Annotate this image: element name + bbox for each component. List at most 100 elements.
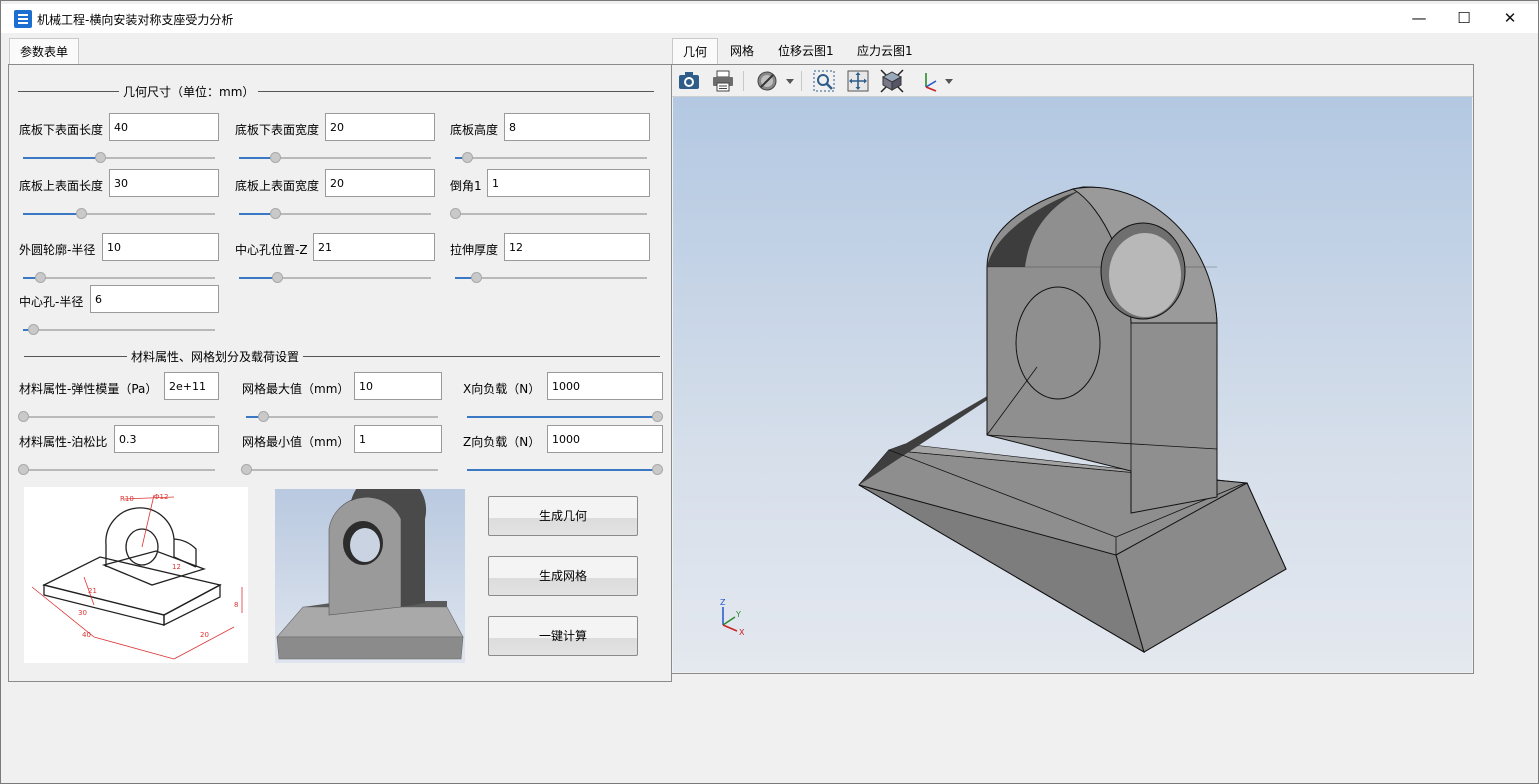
tab-geometry[interactable]: 几何 — [672, 38, 719, 65]
slider-thumb[interactable] — [270, 152, 282, 163]
dim-40: 40 — [82, 631, 91, 639]
chamfer1-slider[interactable] — [450, 208, 647, 219]
axis-z-label: Z — [720, 598, 726, 607]
base-top-width-input[interactable] — [325, 169, 435, 197]
x-load-slider[interactable] — [467, 411, 663, 422]
slider-thumb[interactable] — [652, 464, 663, 475]
poisson-ratio-input[interactable] — [114, 425, 219, 453]
dim-12: 12 — [172, 563, 181, 571]
slider-fill — [23, 213, 81, 215]
center-hole-z-slider[interactable] — [239, 272, 431, 283]
minimize-button[interactable]: — — [1396, 4, 1442, 33]
base-bottom-length-slider[interactable] — [23, 152, 215, 163]
tab-stress-contour[interactable]: 应力云图1 — [847, 38, 923, 64]
drawing-svg: R10 Φ12 21 12 30 40 20 8 — [31, 493, 243, 660]
z-load-slider[interactable] — [467, 464, 663, 475]
slider-thumb[interactable] — [18, 411, 29, 422]
close-button[interactable]: ✕ — [1487, 4, 1533, 33]
print-icon[interactable] — [711, 69, 735, 93]
slider-thumb[interactable] — [75, 208, 87, 219]
z-load-input[interactable] — [547, 425, 663, 453]
base-height-input[interactable] — [504, 113, 650, 141]
mesh-max-slider[interactable] — [246, 411, 438, 422]
slider-thumb[interactable] — [471, 272, 483, 283]
field-label: 中心孔位置-Z — [235, 243, 308, 257]
slider-thumb[interactable] — [35, 272, 47, 283]
x-load-input[interactable] — [547, 372, 663, 400]
slider-thumb[interactable] — [270, 208, 282, 219]
tab-displacement-contour[interactable]: 位移云图1 — [768, 38, 844, 64]
field-label: 材料属性-泊松比 — [19, 435, 108, 449]
model-preview-image — [275, 471, 465, 663]
field-label: 底板下表面宽度 — [235, 123, 320, 137]
extrude-thickness-input[interactable] — [504, 233, 650, 261]
poisson-ratio-slider[interactable] — [18, 464, 215, 475]
chamfer1-input[interactable] — [487, 169, 650, 197]
base-top-width-slider[interactable] — [239, 208, 431, 219]
slider-thumb[interactable] — [272, 272, 284, 283]
display-mode-icon[interactable] — [755, 69, 779, 93]
slider-fill — [23, 157, 100, 159]
field-label: 网格最小值（mm） — [242, 435, 350, 449]
tab-params-form[interactable]: 参数表单 — [9, 38, 80, 65]
mesh-min-input[interactable] — [354, 425, 442, 453]
slider-fill — [467, 416, 657, 418]
base-bottom-length-input[interactable] — [109, 113, 219, 141]
elastic-modulus-input[interactable] — [164, 372, 219, 400]
center-hole-radius-slider[interactable] — [23, 324, 215, 335]
base-top-length-input[interactable] — [109, 169, 219, 197]
base-top-length-slider[interactable] — [23, 208, 215, 219]
generate-mesh-button[interactable]: 生成网格 — [488, 556, 638, 596]
field-label: X向负载（N） — [463, 382, 541, 396]
mesh-max-input[interactable] — [354, 372, 442, 400]
base-height-slider[interactable] — [455, 152, 647, 163]
viewer-toolbar — [672, 65, 1473, 97]
elastic-modulus-slider[interactable] — [18, 411, 215, 422]
base-bottom-width-slider[interactable] — [239, 152, 431, 163]
field-label: 底板上表面长度 — [19, 179, 104, 193]
slider-thumb[interactable] — [450, 208, 461, 219]
toolbar-separator — [801, 71, 802, 91]
maximize-button[interactable]: ☐ — [1441, 4, 1487, 33]
zoom-window-icon[interactable] — [812, 69, 836, 93]
slider-thumb[interactable] — [461, 152, 473, 163]
axis-triad-icon[interactable] — [916, 69, 940, 93]
slider-fill — [467, 469, 657, 471]
slider-thumb[interactable] — [18, 464, 29, 475]
section-divider — [24, 356, 660, 357]
slider-thumb[interactable] — [258, 411, 270, 422]
field-label: 材料属性-弹性模量（Pa） — [19, 382, 158, 396]
view-iso-icon[interactable] — [880, 69, 904, 93]
display-mode-dropdown-caret[interactable] — [786, 79, 794, 84]
axis-y-label: Y — [735, 610, 741, 619]
center-hole-z-input[interactable] — [313, 233, 435, 261]
section-divider — [18, 91, 654, 92]
material-section-title: 材料属性、网格划分及载荷设置 — [127, 348, 304, 365]
3d-viewport[interactable]: Z Y X — [673, 97, 1472, 672]
dim-d12: Φ12 — [154, 493, 168, 501]
slider-thumb[interactable] — [94, 152, 106, 163]
fit-all-icon[interactable] — [846, 69, 870, 93]
slider-thumb[interactable] — [241, 464, 252, 475]
outer-radius-slider[interactable] — [23, 272, 215, 283]
slider-thumb[interactable] — [27, 324, 39, 335]
axis-x-label: X — [739, 628, 745, 637]
camera-icon[interactable] — [677, 69, 701, 93]
title-bar: 机械工程-横向安装对称支座受力分析 — ☐ ✕ — [1, 4, 1538, 33]
one-click-compute-button[interactable]: 一键计算 — [488, 616, 638, 656]
tab-mesh[interactable]: 网格 — [720, 38, 764, 64]
generate-geometry-button[interactable]: 生成几何 — [488, 496, 638, 536]
geometry-viewer: Z Y X — [671, 64, 1474, 674]
dim-30: 30 — [78, 609, 87, 617]
mesh-min-slider[interactable] — [241, 464, 438, 475]
window-title: 机械工程-横向安装对称支座受力分析 — [37, 13, 234, 27]
center-hole-radius-input[interactable] — [90, 285, 219, 313]
field-label: 倒角1 — [450, 179, 482, 193]
outer-radius-input[interactable] — [102, 233, 219, 261]
extrude-thickness-slider[interactable] — [455, 272, 647, 283]
field-label: Z向负载（N） — [463, 435, 541, 449]
support-model-render — [858, 186, 1287, 654]
axis-dropdown-caret[interactable] — [945, 79, 953, 84]
slider-thumb[interactable] — [652, 411, 663, 422]
base-bottom-width-input[interactable] — [325, 113, 435, 141]
